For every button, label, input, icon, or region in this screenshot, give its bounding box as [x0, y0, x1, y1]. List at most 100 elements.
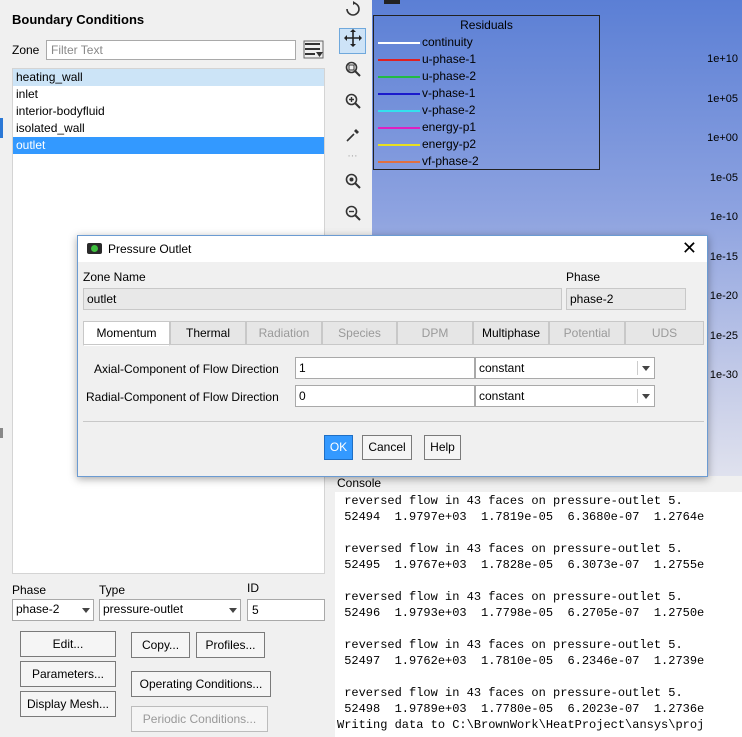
dialog-phase-label: Phase [566, 270, 601, 284]
legend-label: u-phase-2 [422, 69, 477, 83]
panel-edge-marker [0, 428, 3, 438]
tab-dpm[interactable]: DPM [397, 321, 473, 345]
y-tick-label: 1e+00 [707, 132, 738, 144]
zone-name-field[interactable]: outlet [83, 288, 562, 310]
zone-item[interactable]: interior-bodyfluid [13, 103, 324, 120]
residuals-legend: Residuals continuity u-phase-1 u-phase-2 v-… [373, 15, 600, 170]
legend-swatch [378, 161, 420, 163]
filter-menu-icon[interactable] [303, 40, 325, 60]
chevron-down-icon [642, 366, 650, 371]
console-title: Console [335, 476, 742, 492]
tab-thermal[interactable]: Thermal [170, 321, 246, 345]
type-label: Type [99, 583, 126, 597]
legend-swatch [378, 76, 420, 78]
y-tick-label: 1e+10 [707, 53, 738, 65]
axial-method-value: constant [479, 361, 525, 375]
pan-icon[interactable] [339, 28, 366, 54]
chevron-down-icon [82, 608, 90, 613]
operating-conditions-button[interactable]: Operating Conditions... [131, 671, 271, 697]
zone-item[interactable]: inlet [13, 86, 324, 103]
edit-button[interactable]: Edit... [20, 631, 116, 657]
close-icon[interactable]: ✕ [682, 238, 697, 258]
zoom-out-icon[interactable] [339, 204, 366, 230]
zone-name-label: Zone Name [83, 270, 146, 284]
tab-uds[interactable]: UDS [625, 321, 704, 345]
dialog-app-icon [87, 243, 102, 254]
tab-potential[interactable]: Potential [549, 321, 625, 345]
zone-item[interactable]: isolated_wall [13, 120, 324, 137]
phase-select[interactable]: phase-2 [12, 599, 94, 621]
tab-species[interactable]: Species [322, 321, 397, 345]
legend-swatch [378, 59, 420, 61]
dialog-title: Pressure Outlet [108, 242, 192, 256]
radial-method-value: constant [479, 389, 525, 403]
legend-entry: vf-phase-2 [374, 153, 599, 170]
rotate-icon[interactable] [339, 0, 366, 26]
radial-direction-input[interactable]: 0 [295, 385, 475, 407]
chevron-down-icon [229, 608, 237, 613]
radial-direction-label: Radial-Component of Flow Direction [86, 390, 279, 404]
phase-label: Phase [12, 583, 47, 597]
ok-button[interactable]: OK [324, 435, 353, 460]
y-tick-label: 1e-15 [709, 250, 738, 263]
zone-item[interactable]: heating_wall [13, 69, 324, 86]
pressure-outlet-dialog: Pressure Outlet ✕ Zone Name Phase outlet… [77, 235, 708, 477]
zone-filter-input[interactable] [46, 40, 296, 60]
help-button[interactable]: Help [424, 435, 461, 460]
cancel-button[interactable]: Cancel [362, 435, 412, 460]
tab-momentum[interactable]: Momentum [83, 321, 170, 346]
radial-method-select[interactable]: constant [475, 385, 655, 407]
y-tick-label: 1e-30 [709, 369, 738, 381]
legend-entry: continuity [374, 34, 599, 51]
toolbar-separator: ⋯ [347, 151, 358, 162]
profiles-button[interactable]: Profiles... [196, 632, 265, 658]
zoom-box-icon[interactable] [339, 60, 366, 86]
axial-method-select[interactable]: constant [475, 357, 655, 379]
legend-entry: v-phase-1 [374, 85, 599, 102]
dialog-titlebar[interactable]: Pressure Outlet ✕ [78, 236, 707, 262]
periodic-conditions-button[interactable]: Periodic Conditions... [131, 706, 268, 732]
legend-entry: energy-p1 [374, 119, 599, 136]
type-select[interactable]: pressure-outlet [99, 599, 241, 621]
probe-icon[interactable] [339, 126, 366, 152]
y-tick-label: 1e-20 [709, 290, 738, 302]
legend-label: v-phase-2 [422, 103, 476, 117]
legend-label: energy-p1 [422, 120, 477, 134]
legend-label: energy-p2 [422, 137, 477, 151]
y-tick-label: 1e+05 [707, 92, 738, 105]
phase-select-value: phase-2 [16, 602, 60, 616]
copy-button[interactable]: Copy... [131, 632, 190, 658]
id-field[interactable]: 5 [247, 599, 325, 621]
graphics-top-marker [384, 0, 400, 4]
legend-swatch [378, 127, 420, 129]
type-select-value: pressure-outlet [103, 602, 184, 616]
legend-swatch [378, 144, 420, 146]
legend-entry: v-phase-2 [374, 102, 599, 119]
console-output: reversed flow in 43 faces on pressure-ou… [337, 494, 705, 732]
console-panel[interactable]: Console reversed flow in 43 faces on pre… [335, 476, 742, 737]
legend-label: continuity [422, 35, 473, 49]
y-tick-label: 1e-10 [709, 211, 738, 223]
dialog-phase-field[interactable]: phase-2 [566, 288, 686, 310]
dialog-tabs: Momentum Thermal Radiation Species DPM M… [83, 321, 704, 346]
legend-label: vf-phase-2 [422, 154, 479, 168]
legend-swatch [378, 42, 420, 44]
legend-label: u-phase-1 [422, 52, 477, 66]
y-tick-label: 1e-05 [709, 171, 738, 184]
panel-title: Boundary Conditions [12, 12, 145, 27]
zoom-in-icon[interactable] [339, 92, 366, 118]
tab-radiation[interactable]: Radiation [246, 321, 322, 345]
tab-multiphase[interactable]: Multiphase [473, 321, 549, 345]
axial-direction-input[interactable]: 1 [295, 357, 475, 379]
dialog-separator [83, 421, 704, 422]
zoom-to-fit-icon[interactable] [339, 172, 366, 198]
select-divider [637, 389, 638, 403]
display-mesh-button[interactable]: Display Mesh... [20, 691, 116, 717]
legend-swatch [378, 93, 420, 95]
legend-title: Residuals [460, 18, 513, 32]
select-divider [637, 361, 638, 375]
y-tick-label: 1e-25 [709, 329, 738, 342]
zone-item[interactable]: outlet [13, 137, 324, 154]
zone-label: Zone [12, 43, 40, 57]
parameters-button[interactable]: Parameters... [20, 661, 116, 687]
